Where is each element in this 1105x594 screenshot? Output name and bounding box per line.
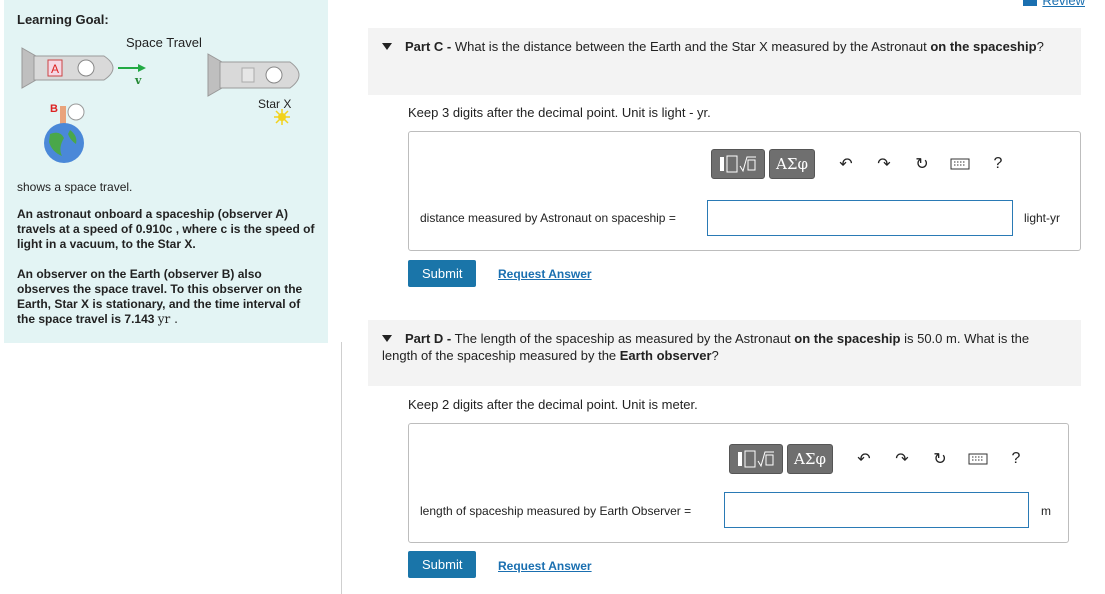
keyboard-icon[interactable] xyxy=(967,448,989,470)
reset-icon[interactable]: ↻ xyxy=(911,153,933,175)
templates-button[interactable] xyxy=(711,149,765,179)
paragraph-2-unit: yr . xyxy=(157,312,178,326)
star-icon xyxy=(274,109,290,125)
keyboard-icon[interactable] xyxy=(949,153,971,175)
problem-paragraph-2: An observer on the Earth (observer B) al… xyxy=(17,267,317,327)
learning-goal-panel: Learning Goal: Space Travel A v Star X B xyxy=(4,0,328,343)
review-label: Review xyxy=(1042,0,1085,8)
part-d-question-1: The length of the spaceship as measured … xyxy=(451,331,795,346)
review-icon xyxy=(1023,0,1038,6)
part-c-submit-button[interactable]: Submit xyxy=(408,260,477,287)
math-toolbar: ΑΣφ ↶ ↷ ↻ ? xyxy=(729,444,1027,474)
part-c-question-end: ? xyxy=(1036,39,1044,54)
label-b: B xyxy=(50,103,58,115)
star-x-label: Star X xyxy=(258,97,291,111)
learning-goal-title: Learning Goal: xyxy=(17,12,109,27)
part-d-label: Part D - xyxy=(405,331,452,346)
templates-button[interactable] xyxy=(729,444,783,474)
rocket-star-icon xyxy=(207,53,300,97)
part-c-header[interactable]: Part C - What is the distance between th… xyxy=(368,28,1081,95)
reset-icon[interactable]: ↻ xyxy=(929,448,951,470)
part-d-unit: m xyxy=(1041,504,1051,518)
part-d-answer-input[interactable] xyxy=(724,492,1029,528)
figure-title: Space Travel xyxy=(126,35,202,50)
part-c-instruction: Keep 3 digits after the decimal point. U… xyxy=(408,105,711,120)
part-d-instruction: Keep 2 digits after the decimal point. U… xyxy=(408,397,698,412)
help-button[interactable]: ? xyxy=(987,153,1009,175)
part-c-question-bold: on the spaceship xyxy=(930,39,1037,54)
part-c-question: What is the distance between the Earth a… xyxy=(451,39,931,54)
part-c-request-answer-link[interactable]: Request Answer xyxy=(498,267,592,281)
part-c-unit: light-yr xyxy=(1024,211,1061,225)
greek-symbols-button[interactable]: ΑΣφ xyxy=(769,149,815,179)
space-travel-figure: Space Travel A v Star X B xyxy=(21,35,300,163)
label-a: A xyxy=(51,62,59,76)
review-link[interactable]: Review xyxy=(1023,0,1085,8)
help-button[interactable]: ? xyxy=(1005,448,1027,470)
collapse-caret-icon[interactable] xyxy=(382,335,392,343)
figure-caption: shows a space travel. xyxy=(17,180,133,194)
greek-symbols-button[interactable]: ΑΣφ xyxy=(787,444,833,474)
part-d-question-end: ? xyxy=(711,348,719,363)
undo-icon[interactable]: ↶ xyxy=(835,153,857,175)
observer-b-icon xyxy=(67,103,85,121)
redo-icon[interactable]: ↷ xyxy=(891,448,913,470)
templates-icon xyxy=(738,450,774,468)
part-c-answer-box: ΑΣφ ↶ ↷ ↻ ? distance measured by Astrona… xyxy=(408,131,1081,251)
collapse-caret-icon[interactable] xyxy=(382,43,392,51)
velocity-label: v xyxy=(134,74,142,87)
rocket-a-icon: A xyxy=(21,47,114,89)
part-d-submit-button[interactable]: Submit xyxy=(408,551,477,578)
undo-icon[interactable]: ↶ xyxy=(853,448,875,470)
column-divider xyxy=(341,342,342,594)
math-toolbar: ΑΣφ ↶ ↷ ↻ ? xyxy=(711,149,1009,179)
part-c-answer-label: distance measured by Astronaut on spaces… xyxy=(420,211,676,225)
problem-paragraph-1: An astronaut onboard a spaceship (observ… xyxy=(17,207,315,251)
earth-icon xyxy=(44,123,84,163)
part-d-answer-box: ΑΣφ ↶ ↷ ↻ ? length of spaceship measured… xyxy=(408,423,1069,543)
redo-icon[interactable]: ↷ xyxy=(873,153,895,175)
part-d-answer-label: length of spaceship measured by Earth Ob… xyxy=(420,504,692,518)
templates-icon xyxy=(720,155,756,173)
part-d-request-answer-link[interactable]: Request Answer xyxy=(498,559,592,573)
part-c-answer-input[interactable] xyxy=(707,200,1013,236)
part-c-label: Part C - xyxy=(405,39,452,54)
part-d-header[interactable]: Part D - The length of the spaceship as … xyxy=(368,320,1081,386)
part-d-question-bold-2: Earth observer xyxy=(619,348,712,363)
part-d-question-bold-1: on the spaceship xyxy=(794,331,901,346)
